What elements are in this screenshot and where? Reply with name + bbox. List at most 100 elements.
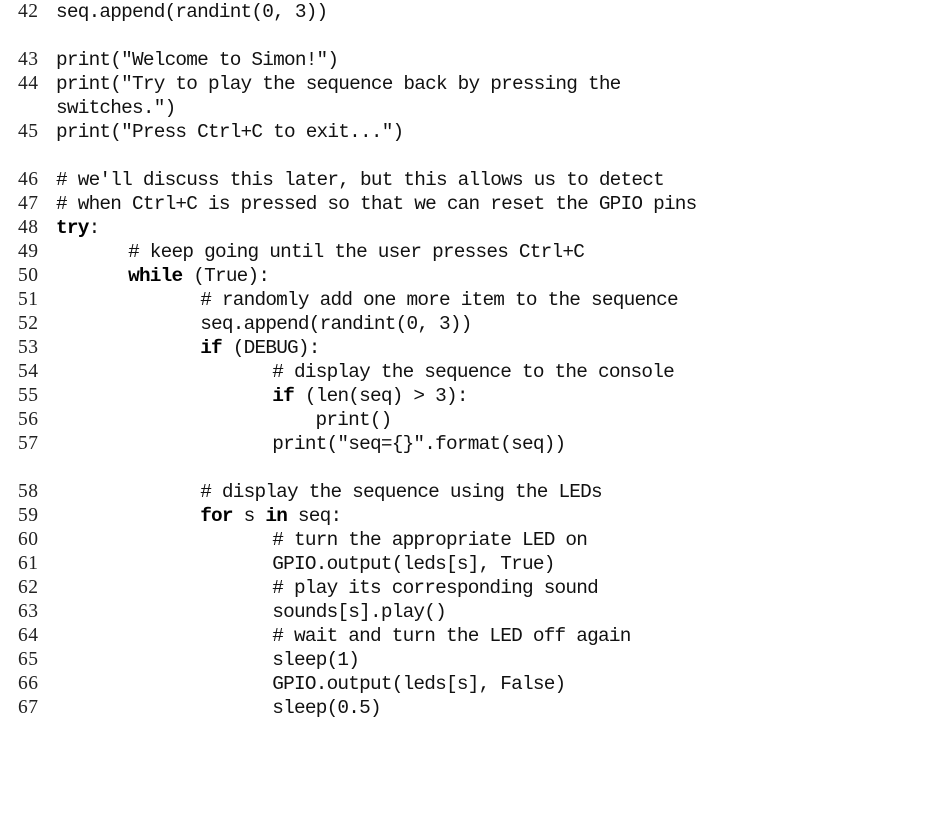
- code-text: seq.append(randint(0, 3)): [200, 313, 472, 335]
- code-line: 62 # play its corresponding sound: [0, 576, 952, 600]
- code-text: switches."): [56, 97, 176, 119]
- code-line: 57 print("seq={}".format(seq)): [0, 432, 952, 456]
- code-line: 63 sounds[s].play(): [0, 600, 952, 624]
- code-line: 65 sleep(1): [0, 648, 952, 672]
- code-keyword: if: [272, 385, 295, 407]
- code-keyword: while: [128, 265, 183, 287]
- line-code: if (DEBUG):: [54, 336, 952, 360]
- code-text: (len(seq) > 3):: [294, 385, 469, 407]
- line-code: for s in seq:: [54, 504, 952, 528]
- line-number: 64: [18, 625, 39, 646]
- line-code: # we'll discuss this later, but this all…: [54, 168, 952, 192]
- code-line: 51 # randomly add one more item to the se…: [0, 288, 952, 312]
- code-line: 46 # we'll discuss this later, but this a…: [0, 168, 952, 192]
- code-line: 56 print(): [0, 408, 952, 432]
- code-text: print("Welcome to Simon!"): [56, 49, 339, 71]
- code-text: # turn the appropriate LED on: [272, 529, 588, 551]
- line-code: GPIO.output(leds[s], True): [54, 552, 952, 576]
- line-number: 42: [18, 1, 39, 22]
- code-line: 67 sleep(0.5): [0, 696, 952, 720]
- line-code: sleep(1): [54, 648, 952, 672]
- code-text: # we'll discuss this later, but this all…: [56, 169, 665, 191]
- code-text: :: [88, 217, 101, 239]
- line-code: # display the sequence to the console: [54, 360, 952, 384]
- line-code: sounds[s].play(): [54, 600, 952, 624]
- line-code: sleep(0.5): [54, 696, 952, 720]
- code-text: GPIO.output(leds[s], True): [272, 553, 555, 575]
- line-number: 67: [18, 697, 39, 718]
- line-code: # display the sequence using the LEDs: [54, 480, 952, 504]
- line-number: 66: [18, 673, 39, 694]
- code-listing: 42 seq.append(randint(0, 3)) 43 print("Welc…: [0, 0, 952, 835]
- code-line: 43 print("Welcome to Simon!"): [0, 48, 952, 72]
- code-line: 64 # wait and turn the LED off again: [0, 624, 952, 648]
- code-line: 55 if (len(seq) > 3):: [0, 384, 952, 408]
- line-code: seq.append(randint(0, 3)): [54, 312, 952, 336]
- code-line: 58 # display the sequence using the LEDs: [0, 480, 952, 504]
- line-number: 47: [18, 193, 39, 214]
- code-text: (True):: [182, 265, 270, 287]
- code-text: sounds[s].play(): [272, 601, 446, 623]
- line-number: 45: [18, 121, 39, 142]
- line-code: # keep going until the user presses Ctrl…: [54, 240, 952, 264]
- line-number: 49: [18, 241, 39, 262]
- code-text: print("Try to play the sequence back by …: [56, 73, 621, 95]
- code-keyword: for: [200, 505, 233, 527]
- line-code: print(): [54, 408, 952, 432]
- line-code: # randomly add one more item to the sequ…: [54, 288, 952, 312]
- code-line: 59 for s in seq:: [0, 504, 952, 528]
- code-line: 50 while (True):: [0, 264, 952, 288]
- line-code: switches."): [54, 96, 952, 120]
- line-code: if (len(seq) > 3):: [54, 384, 952, 408]
- line-code: print("seq={}".format(seq)): [54, 432, 952, 456]
- line-number: 53: [18, 337, 39, 358]
- code-line: 45 print("Press Ctrl+C to exit..."): [0, 120, 952, 144]
- line-number: 46: [18, 169, 39, 190]
- code-text: # wait and turn the LED off again: [272, 625, 631, 647]
- code-keyword: try: [56, 217, 89, 239]
- code-line: switches."): [0, 96, 952, 120]
- line-code: # play its corresponding sound: [54, 576, 952, 600]
- line-code: # turn the appropriate LED on: [54, 528, 952, 552]
- line-number: 52: [18, 313, 39, 334]
- code-text: print("Press Ctrl+C to exit..."): [56, 121, 404, 143]
- code-text: # when Ctrl+C is pressed so that we can …: [56, 193, 697, 215]
- code-line: 44 print("Try to play the sequence back b…: [0, 72, 952, 96]
- line-number: 48: [18, 217, 39, 238]
- code-line: 53 if (DEBUG):: [0, 336, 952, 360]
- line-number: 63: [18, 601, 39, 622]
- line-number: 43: [18, 49, 39, 70]
- line-code: seq.append(randint(0, 3)): [54, 0, 952, 24]
- code-text: # display the sequence using the LEDs: [200, 481, 602, 503]
- line-number: 58: [18, 481, 39, 502]
- code-line: 66 GPIO.output(leds[s], False): [0, 672, 952, 696]
- line-number: 59: [18, 505, 39, 526]
- code-text: (DEBUG):: [221, 337, 321, 359]
- code-line: 61 GPIO.output(leds[s], True): [0, 552, 952, 576]
- code-keyword: if: [200, 337, 222, 359]
- line-code: # when Ctrl+C is pressed so that we can …: [54, 192, 952, 216]
- line-number: 60: [18, 529, 39, 550]
- line-number: 55: [18, 385, 39, 406]
- code-line: 52 seq.append(randint(0, 3)): [0, 312, 952, 336]
- line-code: print("Try to play the sequence back by …: [54, 72, 952, 96]
- line-code: GPIO.output(leds[s], False): [54, 672, 952, 696]
- code-line: 48 try:: [0, 216, 952, 240]
- code-line: 54 # display the sequence to the console: [0, 360, 952, 384]
- line-number: 62: [18, 577, 39, 598]
- code-text: s: [232, 505, 266, 527]
- code-text: seq:: [287, 505, 342, 527]
- line-number: 50: [18, 265, 39, 286]
- code-text: print(): [315, 409, 393, 431]
- code-text: # keep going until the user presses Ctrl…: [128, 241, 585, 263]
- code-text: # display the sequence to the console: [272, 361, 674, 383]
- code-text: sleep(0.5): [272, 697, 381, 719]
- line-number: 65: [18, 649, 39, 670]
- line-code: # wait and turn the LED off again: [54, 624, 952, 648]
- line-code: try:: [54, 216, 952, 240]
- line-number: 57: [18, 433, 39, 454]
- code-line: 49 # keep going until the user presses Ct…: [0, 240, 952, 264]
- code-text: seq.append(randint(0, 3)): [56, 1, 328, 23]
